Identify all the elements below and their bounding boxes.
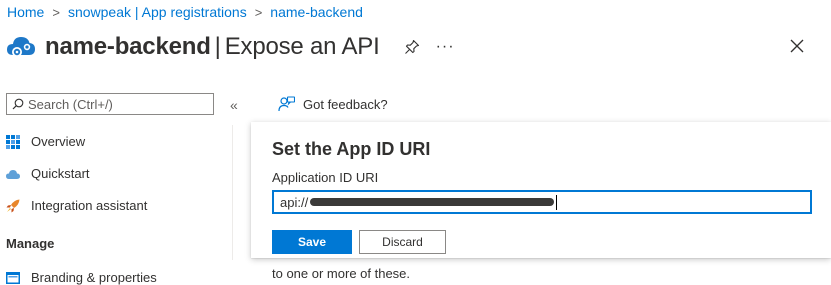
breadcrumb: Home > snowpeak | App registrations > na… [7,4,363,20]
title-separator: | [214,33,221,60]
discard-button[interactable]: Discard [359,230,446,254]
app-name: name-backend [45,33,211,60]
feedback-button[interactable]: Got feedback? [278,96,388,113]
sidebar-item-label: Integration assistant [31,198,148,213]
application-id-uri-label: Application ID URI [272,170,379,185]
sidebar-item-label: Overview [31,134,86,149]
redacted-value [310,198,555,206]
blade-title: Expose an API [224,33,380,60]
overview-grid-icon [6,134,20,149]
cloud-icon [6,169,20,179]
rocket-icon [6,199,20,212]
breadcrumb-app[interactable]: name-backend [270,4,363,20]
application-id-uri-input[interactable]: api:// [272,190,812,214]
close-icon[interactable] [789,38,805,54]
panel-title: Set the App ID URI [272,139,431,159]
sidebar-item-overview[interactable]: Overview [6,134,85,149]
collapse-sidebar-icon[interactable]: « [230,97,238,113]
background-description-text: to one or more of these. [272,266,411,281]
search-icon [12,98,24,110]
feedback-label: Got feedback? [303,97,388,112]
feedback-person-icon [278,96,295,112]
sidebar-section-manage: Manage [6,236,55,251]
breadcrumb-home[interactable]: Home [7,4,44,20]
app-cloud-icon [7,37,35,57]
search-input[interactable] [28,96,198,112]
sidebar-item-integration-assistant[interactable]: Integration assistant [6,198,147,213]
breadcrumb-app-registrations[interactable]: snowpeak | App registrations [68,4,247,20]
sidebar-item-quickstart[interactable]: Quickstart [6,166,90,181]
page-header: name-backend | Expose an API ··· [6,33,455,61]
chevron-right-icon: > [254,4,263,20]
text-caret [556,194,558,210]
sidebar-item-label: Quickstart [31,166,90,181]
set-app-id-uri-panel: Set the App ID URI Application ID URI ap… [251,122,831,258]
chevron-right-icon: > [52,4,60,20]
save-button[interactable]: Save [272,230,352,254]
pin-icon[interactable] [404,39,420,55]
more-options-icon[interactable]: ··· [436,38,455,56]
uri-prefix: api:// [280,194,309,210]
page-title: name-backend | Expose an API [45,33,380,61]
sidebar-divider [232,125,233,260]
search-box[interactable] [6,93,214,115]
branding-icon [6,271,20,284]
